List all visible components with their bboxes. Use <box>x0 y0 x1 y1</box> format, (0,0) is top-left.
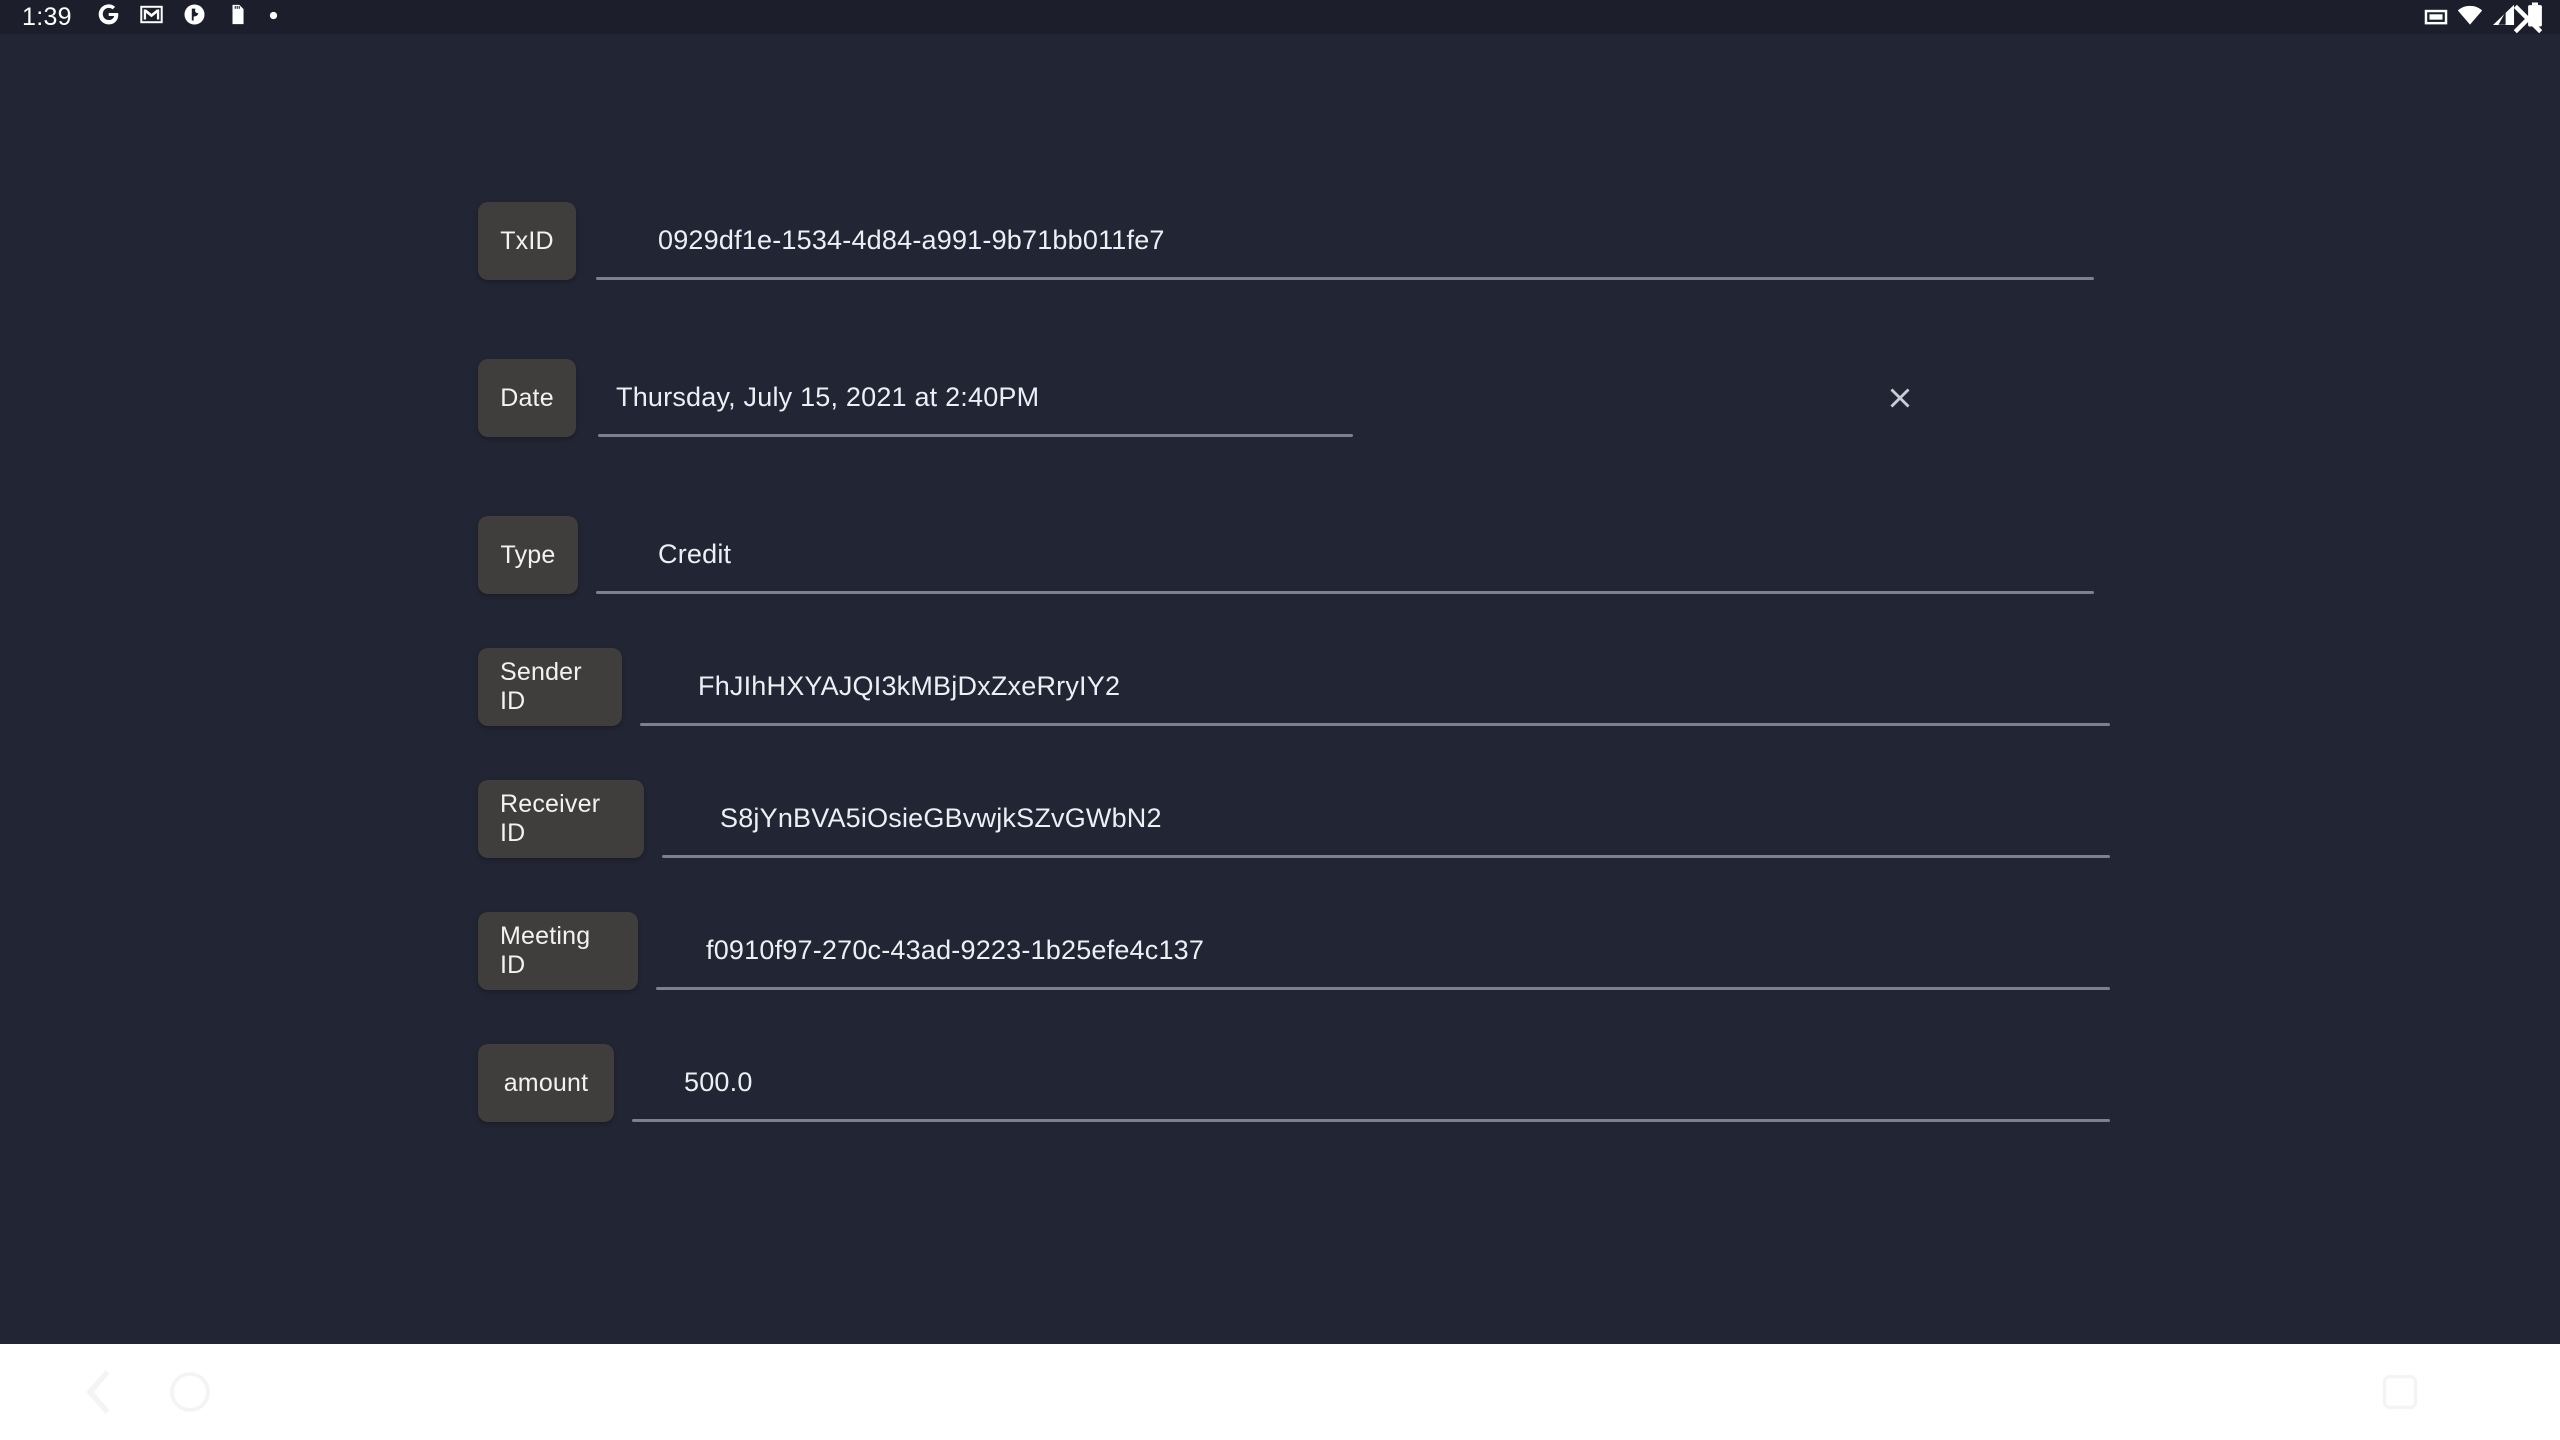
field-meeting-id[interactable]: f0910f97-270c-43ad-9223-1b25efe4c137 <box>656 912 2130 990</box>
field-label-txid: TxID <box>478 202 576 280</box>
field-label-type: Type <box>478 516 578 594</box>
field-sender-id[interactable]: FhJIhHXYAJQI3kMBjDxZxeRryIY2 <box>640 648 2130 726</box>
field-value-receiver-id: S8jYnBVA5iOsieGBvwjkSZvGWbN2 <box>720 803 1162 836</box>
transaction-detail-content: TxID 0929df1e-1534-4d84-a991-9b71bb011fe… <box>0 34 2560 1344</box>
form-row-txid: TxID 0929df1e-1534-4d84-a991-9b71bb011fe… <box>478 202 2114 280</box>
cast-screen-icon <box>2422 1 2450 34</box>
field-label-sender-id: Sender ID <box>478 648 622 726</box>
field-value-meeting-id: f0910f97-270c-43ad-9223-1b25efe4c137 <box>706 935 1204 968</box>
recents-button[interactable] <box>2300 1344 2500 1440</box>
field-underline-amount <box>632 1119 2110 1122</box>
field-underline-type <box>596 591 2094 594</box>
field-label-amount: amount <box>478 1044 614 1122</box>
field-underline-date <box>598 434 1353 437</box>
field-receiver-id[interactable]: S8jYnBVA5iOsieGBvwjkSZvGWbN2 <box>662 780 2130 858</box>
field-date[interactable]: Thursday, July 15, 2021 at 2:40PM <box>594 359 1354 437</box>
field-underline-meeting-id <box>656 987 2110 990</box>
cellular-signal-off-icon <box>2490 1 2518 34</box>
form-row-amount: amount 500.0 <box>478 1044 2130 1122</box>
form-row-receiver-id: Receiver ID S8jYnBVA5iOsieGBvwjkSZvGWbN2 <box>478 780 2130 858</box>
status-bar-notification-icons <box>96 2 279 32</box>
gmail-icon <box>139 2 164 32</box>
form-row-type: Type Credit <box>478 516 2114 594</box>
field-underline-receiver-id <box>662 855 2110 858</box>
field-value-date: Thursday, July 15, 2021 at 2:40PM <box>616 382 1039 415</box>
field-value-sender-id: FhJIhHXYAJQI3kMBjDxZxeRryIY2 <box>698 671 1120 704</box>
home-button[interactable] <box>90 1344 290 1440</box>
wifi-icon <box>2456 1 2484 34</box>
field-underline-txid <box>596 277 2094 280</box>
field-value-txid: 0929df1e-1534-4d84-a991-9b71bb011fe7 <box>658 225 1165 258</box>
field-label-date: Date <box>478 359 576 437</box>
google-icon <box>96 2 121 32</box>
field-underline-sender-id <box>640 723 2110 726</box>
field-txid[interactable]: 0929df1e-1534-4d84-a991-9b71bb011fe7 <box>596 202 2114 280</box>
status-bar: 1:39 <box>0 0 2560 34</box>
field-type[interactable]: Credit <box>596 516 2114 594</box>
form-row-sender-id: Sender ID FhJIhHXYAJQI3kMBjDxZxeRryIY2 <box>478 648 2130 726</box>
form-row-meeting-id: Meeting ID f0910f97-270c-43ad-9223-1b25e… <box>478 912 2130 990</box>
sd-card-icon <box>225 2 250 32</box>
field-label-receiver-id: Receiver ID <box>478 780 644 858</box>
more-notifications-dot-icon <box>268 8 279 26</box>
field-label-meeting-id: Meeting ID <box>478 912 638 990</box>
field-value-amount: 500.0 <box>684 1067 753 1100</box>
field-value-type: Credit <box>658 539 731 572</box>
status-bar-clock: 1:39 <box>22 5 72 30</box>
form-row-date: Date Thursday, July 15, 2021 at 2:40PM <box>478 359 1354 437</box>
clear-date-button[interactable] <box>1880 378 1920 418</box>
status-bar-system-icons <box>2422 1 2550 34</box>
field-amount[interactable]: 500.0 <box>632 1044 2130 1122</box>
system-navigation-bar <box>0 1344 2560 1440</box>
app-notification-icon <box>182 2 207 32</box>
battery-icon <box>2524 1 2546 34</box>
